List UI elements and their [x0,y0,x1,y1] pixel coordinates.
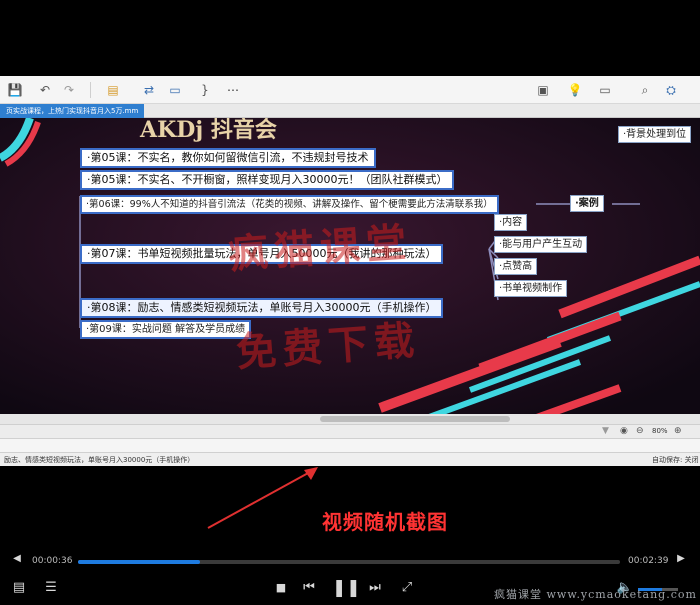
rewind-icon[interactable]: ◀ [8,553,26,564]
topic-lesson-06[interactable]: ·第06课：99%人不知道的抖音引流法（花类的视频、讲解及操作、留个梗需要此方法… [80,195,499,214]
save-icon[interactable]: 💾 [6,81,24,99]
topic-lesson-05a[interactable]: ·第05课：不实名，教你如何留微信引流，不违规封号技术 [80,148,376,168]
annotation-text: 视频随机截图 [322,510,448,534]
video-progress-fill [78,560,201,564]
boundary-icon[interactable]: ▭ [166,81,184,99]
main-toolbar: 💾 ↶ ↷ ▤ ⇄ ▭ } ⋯ ▣ 💡 ▭ ⌕ ⛭ [0,76,700,104]
annotation-arrow [207,467,318,529]
search-icon[interactable]: ⌕ [636,81,654,99]
fullscreen-icon[interactable]: ⤢ [398,580,416,595]
stop-icon[interactable]: ■ [272,581,290,594]
idea-icon[interactable]: 💡 [566,81,584,99]
redo-icon[interactable]: ↷ [60,81,78,99]
scrollbar-thumb[interactable] [320,416,510,422]
subtopic-interaction[interactable]: ·能与用户产生互动 [494,236,588,253]
pause-icon[interactable]: ❚❚ [332,578,361,598]
video-progress-bar[interactable] [78,560,620,564]
subtopic-booklist-video[interactable]: ·书单视频制作 [494,280,568,297]
tab-document[interactable]: 页实战课程，上热门实现抖音月入5万.mm [0,104,145,118]
mindmap-canvas[interactable]: AKDj 抖音会 ·第05课：不实名，教你如何留微信引流，不违规封号技术 ·第0… [0,118,700,424]
previous-icon[interactable]: ⏮ [300,580,318,595]
mindmap-app-window: 💾 ↶ ↷ ▤ ⇄ ▭ } ⋯ ▣ 💡 ▭ ⌕ ⛭ 页实战课程，上热门实现抖音月… [0,76,700,466]
insert-topic-icon[interactable]: ▤ [104,81,122,99]
autosave-status[interactable]: 自动保存: 关闭 [652,455,699,465]
document-tabbar: 页实战课程，上热门实现抖音月入5万.mm [0,104,700,118]
summary-icon[interactable]: } [196,81,214,99]
selected-topic-note: 励志、情感类短视频玩法，单账号月入30000元（手机操作） [4,456,195,464]
time-total: 00:02:39 [628,556,669,566]
secondary-panel-bar [0,438,700,452]
toolbar-divider [90,82,91,98]
time-current: 00:00:36 [32,556,73,566]
app-footer: 励志、情感类短视频玩法，单账号月入30000元（手机操作） 自动保存: 关闭 [0,452,700,466]
next-icon[interactable]: ⏭ [366,580,384,595]
brand-watermark: 疯猫课堂 www.ycmaoketang.com [494,588,697,601]
screen: 💾 ↶ ↷ ▤ ⇄ ▭ } ⋯ ▣ 💡 ▭ ⌕ ⛭ 页实战课程，上热门实现抖音月… [0,0,700,605]
subtopic-likes[interactable]: ·点赞高 [494,258,538,275]
undo-icon[interactable]: ↶ [36,81,54,99]
settings-icon[interactable]: ☰ [42,580,60,595]
relationship-icon[interactable]: ⇄ [140,81,158,99]
topic-case[interactable]: ·案例 [570,195,604,212]
forward-icon[interactable]: ▶ [672,553,690,564]
topic-lesson-05b[interactable]: ·第05课：不实名、不开橱窗，照样变现月入30000元！（团队社群模式） [80,170,455,190]
horizontal-scrollbar[interactable] [0,414,700,424]
presentation-icon[interactable]: ▣ [534,81,552,99]
topic-lesson-09[interactable]: ·第09课：实战问题 解答及学员成绩 [80,320,252,339]
outline-icon[interactable]: ▭ [596,81,614,99]
map-header-fragment: AKDj 抖音会 [140,118,277,143]
subtopic-content[interactable]: ·内容 [494,214,528,231]
right-topic-background[interactable]: ·背景处理到位 [618,126,692,143]
eye-icon[interactable]: ◉ [620,426,628,436]
filter-icon[interactable]: ▼ [602,426,609,436]
more-icon[interactable]: ⋯ [224,81,242,99]
zoom-level: 80% [652,427,668,435]
share-icon[interactable]: ⛭ [662,81,680,99]
canvas-statusbar: ▼ ◉ ⊖ 80% ⊕ [0,424,700,438]
playlist-icon[interactable]: ▤ [10,580,28,595]
zoom-out-icon[interactable]: ⊖ [636,426,644,436]
zoom-in-icon[interactable]: ⊕ [674,426,682,436]
